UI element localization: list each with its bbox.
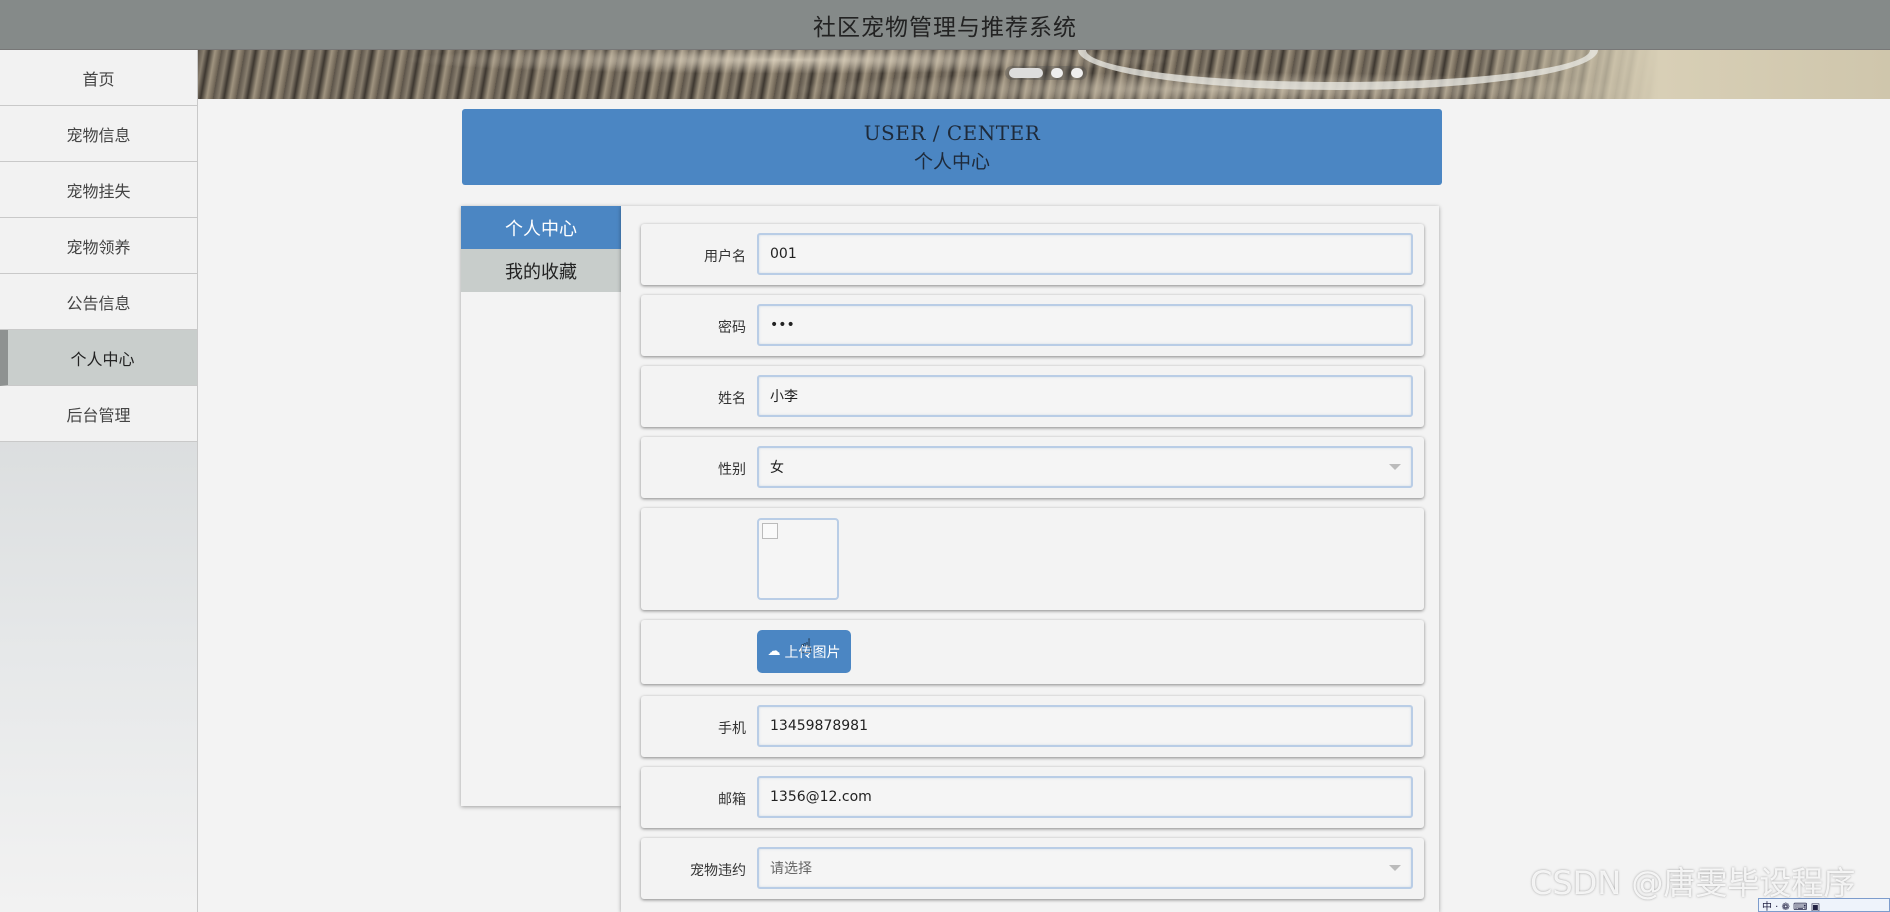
sidebar-item-label: 公告信息 — [66, 293, 131, 313]
chevron-down-icon — [1389, 464, 1401, 470]
form-row-name: 姓名 小李 — [641, 366, 1424, 427]
sidebar-item-notices[interactable]: 公告信息 — [0, 274, 197, 330]
sidebar-item-pet-adopt[interactable]: 宠物领养 — [0, 218, 197, 274]
sidebar-item-pet-lost[interactable]: 宠物挂失 — [0, 162, 197, 218]
carousel-indicators[interactable] — [1005, 66, 1087, 80]
sidebar-item-label: 宠物领养 — [66, 237, 131, 257]
gender-select[interactable]: 女 — [757, 446, 1413, 488]
mouse-pointer-icon: ☝ — [800, 634, 813, 658]
phone-label: 手机 — [718, 721, 746, 737]
section-title-zh: 个人中心 — [913, 150, 990, 173]
app-title: 社区宠物管理与推荐系统 — [813, 14, 1077, 41]
tab-user-center[interactable]: 个人中心 — [461, 206, 621, 249]
carousel-dot-3[interactable] — [1071, 68, 1083, 78]
username-input[interactable]: 001 — [757, 233, 1413, 275]
phone-input[interactable]: 13459878981 — [757, 705, 1413, 747]
cloud-upload-icon: ☁ — [767, 644, 781, 659]
form-row-phone: 手机 13459878981 — [641, 696, 1424, 757]
password-input[interactable]: ••• — [757, 304, 1413, 346]
sidebar: 首页 宠物信息 宠物挂失 宠物领养 公告信息 个人中心 后台管理 — [0, 50, 198, 912]
section-header: USER / CENTER 个人中心 — [462, 109, 1442, 185]
broken-image-icon — [762, 523, 778, 539]
user-center-tabs: 个人中心 我的收藏 — [461, 206, 621, 806]
sidebar-item-label: 首页 — [82, 69, 115, 89]
tab-my-favorites[interactable]: 我的收藏 — [461, 249, 621, 292]
profile-form: 用户名 001 密码 ••• 姓名 小李 性别 女 ☁ 上传图片 手机 1345… — [621, 206, 1439, 912]
banner-image-detail — [1078, 50, 1598, 90]
ime-toolbar-text: 中 · ❁ ⌨ ▣ — [1762, 901, 1821, 912]
sidebar-item-pet-info[interactable]: 宠物信息 — [0, 106, 197, 162]
pet-violation-label: 宠物违约 — [690, 863, 746, 879]
form-row-email: 邮箱 1356@12.com — [641, 767, 1424, 828]
section-title-en: USER / CENTER — [863, 120, 1041, 145]
carousel-dot-2[interactable] — [1051, 68, 1063, 78]
sidebar-item-label: 后台管理 — [66, 405, 131, 425]
form-row-password: 密码 ••• — [641, 295, 1424, 356]
app-header: 社区宠物管理与推荐系统 — [0, 0, 1890, 50]
ime-toolbar[interactable]: 中 · ❁ ⌨ ▣ — [1758, 898, 1890, 912]
name-label: 姓名 — [718, 391, 746, 407]
form-row-pet-violation: 宠物违约 请选择 — [641, 838, 1424, 899]
chevron-down-icon — [1389, 865, 1401, 871]
sidebar-item-user-center[interactable]: 个人中心 — [0, 330, 197, 386]
avatar-preview — [757, 518, 839, 600]
gender-select-value: 女 — [770, 460, 784, 476]
sidebar-item-home[interactable]: 首页 — [0, 50, 197, 106]
form-row-username: 用户名 001 — [641, 224, 1424, 285]
username-label: 用户名 — [704, 249, 746, 265]
password-label: 密码 — [718, 320, 746, 336]
form-row-avatar — [641, 508, 1424, 610]
name-input[interactable]: 小李 — [757, 375, 1413, 417]
sidebar-item-label: 宠物挂失 — [66, 181, 131, 201]
pet-violation-select-value: 请选择 — [770, 861, 812, 877]
form-row-gender: 性别 女 — [641, 437, 1424, 498]
carousel-dot-1[interactable] — [1009, 68, 1043, 78]
email-input[interactable]: 1356@12.com — [757, 776, 1413, 818]
sidebar-item-label: 个人中心 — [70, 349, 135, 369]
pet-violation-select[interactable]: 请选择 — [757, 847, 1413, 889]
sidebar-item-admin[interactable]: 后台管理 — [0, 386, 197, 442]
form-row-upload: ☁ 上传图片 — [641, 620, 1424, 684]
gender-label: 性别 — [718, 462, 746, 478]
upload-image-label: 上传图片 — [784, 644, 841, 661]
sidebar-item-label: 宠物信息 — [66, 125, 131, 145]
email-label: 邮箱 — [718, 792, 746, 808]
